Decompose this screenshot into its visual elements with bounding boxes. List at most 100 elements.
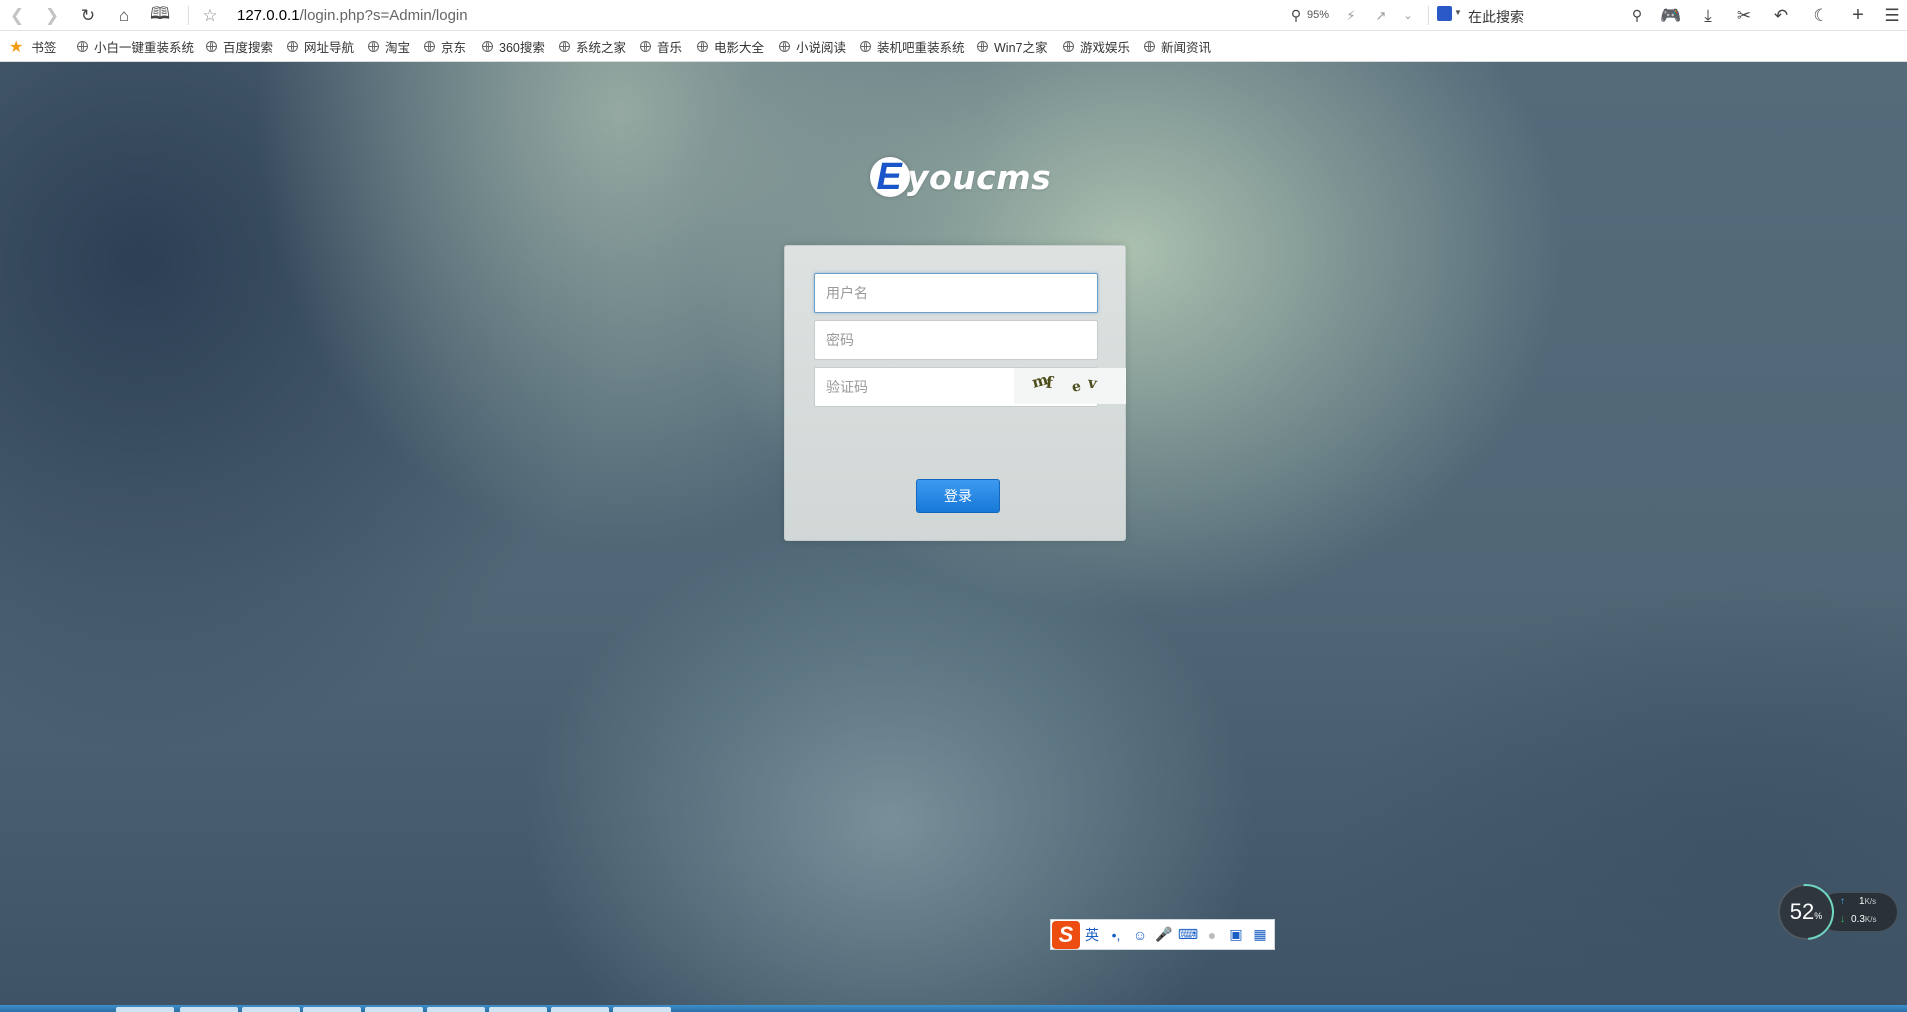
game-icon[interactable]: 🎮 (1656, 0, 1686, 31)
taskbar-button[interactable] (551, 1007, 609, 1012)
taskbar-button[interactable] (613, 1007, 671, 1012)
search-input[interactable]: 在此搜索 (1468, 7, 1524, 27)
address-bar[interactable]: 127.0.0.1/login.php?s=Admin/login (237, 7, 468, 24)
download-icon[interactable]: ⤓ (1693, 0, 1723, 31)
bookmark-item[interactable]: 游戏娱乐 (1063, 31, 1130, 62)
globe-icon (206, 41, 217, 52)
bookmark-label: 系统之家 (576, 41, 627, 55)
login-button[interactable]: 登录 (916, 479, 1000, 513)
bookmark-label: 小说阅读 (796, 41, 847, 55)
grid-icon[interactable]: ▦ (1248, 926, 1272, 943)
taskbar-button[interactable] (427, 1007, 485, 1012)
username-input[interactable] (814, 273, 1098, 313)
globe-icon (77, 41, 88, 52)
globe-icon (1063, 41, 1074, 52)
bookmark-item[interactable]: 360搜索 (482, 31, 545, 62)
logo-text: youcms (907, 157, 1052, 197)
user-icon[interactable]: ● (1200, 927, 1224, 943)
bookmark-item[interactable]: 小说阅读 (779, 31, 846, 62)
globe-icon (368, 41, 379, 52)
globe-icon (424, 41, 435, 52)
captcha-char: e (1070, 378, 1083, 396)
ime-mode-toggle[interactable]: 英 (1080, 925, 1104, 945)
menu-icon[interactable]: ☰ (1877, 0, 1907, 31)
captcha-image[interactable]: m f e v (1014, 368, 1126, 404)
zoom-level[interactable]: 95% (1307, 9, 1329, 21)
bookmark-label: Win7之家 (994, 41, 1048, 55)
bookmark-item[interactable]: Win7之家 (977, 31, 1047, 62)
taskbar-button[interactable] (242, 1007, 300, 1012)
download-arrow-icon: ↓ (1840, 914, 1845, 925)
screenshot-scissors-icon[interactable]: ✂ (1729, 0, 1759, 31)
bookmark-item[interactable]: 新闻资讯 (1144, 31, 1211, 62)
upload-unit: K/s (1864, 897, 1877, 906)
bookmark-item[interactable]: 小白一键重装系统 (77, 31, 194, 62)
ime-toolbar: S 英 •, ☺ 🎤 ⌨ ● ▣ ▦ (1050, 919, 1275, 950)
captcha-row: m f e v (814, 367, 1126, 407)
taskbar-button[interactable] (180, 1007, 238, 1012)
bookmark-item[interactable]: 京东 (424, 31, 466, 62)
download-unit: K/s (1864, 915, 1877, 924)
globe-icon (977, 41, 988, 52)
globe-icon (1144, 41, 1155, 52)
taskbar-button[interactable] (116, 1007, 174, 1012)
bookmark-item[interactable]: 电影大全 (697, 31, 764, 62)
new-tab-icon[interactable]: + (1843, 0, 1873, 31)
bookmark-item[interactable]: 装机吧重装系统 (860, 31, 965, 62)
bookmark-label: 360搜索 (499, 41, 545, 55)
night-mode-icon[interactable]: ☾ (1806, 0, 1836, 31)
back-icon[interactable]: ❮ (2, 0, 32, 31)
undo-icon[interactable]: ↶ (1766, 0, 1796, 31)
reload-icon[interactable]: ↻ (73, 0, 103, 31)
reading-mode-icon[interactable]: 🕮 (145, 0, 175, 31)
login-page: E youcms m f e v 登录 52% ↑1K/s ↓0.3K/s (0, 62, 1907, 1005)
globe-icon (779, 41, 790, 52)
punctuation-toggle[interactable]: •, (1104, 927, 1128, 943)
bookmarks-menu[interactable]: ★ 书签 (9, 31, 56, 62)
search-icon[interactable]: ⚲ (1622, 0, 1652, 31)
bookmark-label: 电影大全 (714, 41, 765, 55)
upload-arrow-icon: ↑ (1840, 896, 1845, 907)
home-icon[interactable]: ⌂ (109, 0, 139, 31)
password-input[interactable] (814, 320, 1098, 360)
globe-icon (860, 41, 871, 52)
smile-icon[interactable]: ☺ (1128, 927, 1152, 943)
logo-letter: E (876, 156, 902, 198)
chevron-down-icon[interactable]: ⌄ (1393, 0, 1423, 31)
bookmarks-bar: ★ 书签 小白一键重装系统 百度搜索 网址导航 淘宝 京东 360搜索 系统之家… (0, 31, 1907, 62)
bookmark-item[interactable]: 音乐 (640, 31, 682, 62)
share-icon[interactable]: ↗ (1366, 0, 1396, 31)
bookmark-star-icon[interactable]: ☆ (195, 0, 225, 31)
bookmark-label: 新闻资讯 (1161, 41, 1212, 55)
search-engine-caret-icon[interactable]: ▼ (1454, 8, 1462, 17)
bookmark-item[interactable]: 系统之家 (559, 31, 626, 62)
bookmarks-label: 书签 (31, 41, 57, 55)
bookmark-label: 淘宝 (385, 41, 411, 55)
taskbar-button[interactable] (489, 1007, 547, 1012)
bookmark-item[interactable]: 淘宝 (368, 31, 410, 62)
bookmark-label: 音乐 (657, 41, 683, 55)
toolbar-divider (188, 6, 189, 25)
network-speed-widget[interactable]: 52% ↑ 1K/s ↓ 0.3K/s (1766, 872, 1898, 952)
keyboard-icon[interactable]: ⌨ (1176, 926, 1200, 943)
taskbar-button[interactable] (303, 1007, 361, 1012)
url-host: 127.0.0.1 (237, 7, 300, 24)
forward-icon[interactable]: ❯ (37, 0, 67, 31)
bookmark-label: 小白一键重装系统 (94, 41, 195, 55)
search-engine-icon[interactable] (1437, 6, 1452, 21)
toolbar-divider (1428, 6, 1429, 25)
taskbar (0, 1005, 1907, 1012)
sogou-logo-icon[interactable]: S (1052, 920, 1080, 949)
microphone-icon[interactable]: 🎤 (1152, 926, 1176, 943)
download-value: 0.3 (1851, 914, 1865, 925)
shirt-icon[interactable]: ▣ (1224, 926, 1248, 943)
usage-arc (1766, 872, 1846, 952)
globe-icon (287, 41, 298, 52)
memory-usage-gauge: 52% (1766, 872, 1846, 952)
bookmark-item[interactable]: 百度搜索 (206, 31, 273, 62)
logo-emblem: E (870, 157, 910, 197)
flash-icon[interactable]: ⚡ (1336, 0, 1366, 31)
captcha-char: v (1086, 373, 1098, 393)
taskbar-button[interactable] (365, 1007, 423, 1012)
bookmark-item[interactable]: 网址导航 (287, 31, 354, 62)
